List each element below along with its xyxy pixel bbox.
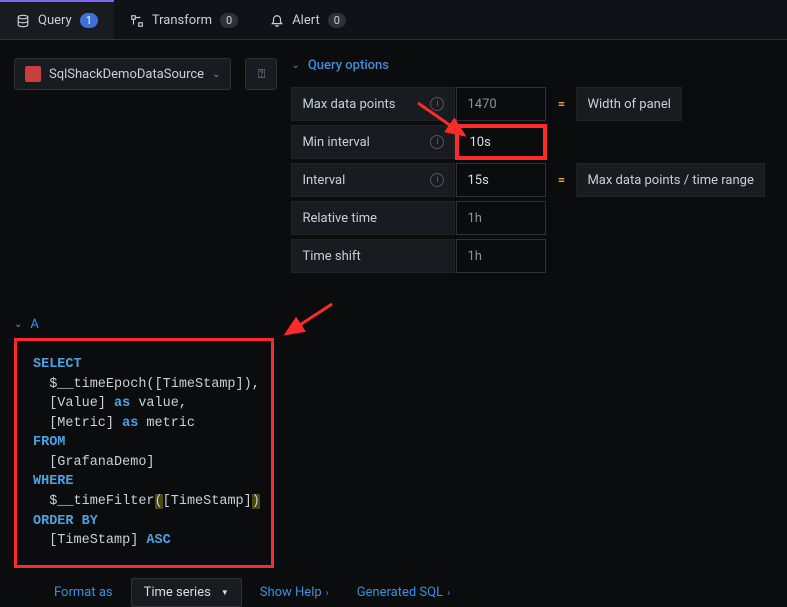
- opt-label: Interval i: [291, 163, 455, 197]
- tab-transform-count: 0: [220, 13, 238, 28]
- opt-max-data-points: Max data points i 1470 = Width of panel: [291, 87, 773, 121]
- generated-sql-button[interactable]: Generated SQL›: [347, 579, 460, 606]
- datasource-name: SqlShackDemoDataSource: [49, 67, 204, 82]
- query-row: ⌄ A SELECT $__timeEpoch([TimeStamp]), [V…: [0, 317, 787, 607]
- info-icon[interactable]: i: [430, 173, 444, 187]
- database-icon: [16, 14, 30, 28]
- chevron-right-icon: ›: [447, 588, 450, 599]
- query-options: ⌄ Query options Max data points i 1470 =…: [291, 58, 773, 277]
- opt-label: Max data points i: [291, 87, 455, 121]
- equals-label: =: [547, 163, 575, 197]
- query-options-title: Query options: [308, 58, 389, 73]
- opt-desc: Width of panel: [576, 87, 681, 121]
- bell-icon: [270, 14, 284, 28]
- query-config-row: SqlShackDemoDataSource ⌄ ⍰ ⌄ Query optio…: [0, 40, 787, 277]
- opt-min-interval: Min interval i 10s: [291, 125, 773, 159]
- opt-interval: Interval i 15s = Max data points / time …: [291, 163, 773, 197]
- tab-alert-count: 0: [328, 13, 346, 28]
- time-shift-input[interactable]: 1h: [456, 239, 546, 273]
- datasource-picker[interactable]: SqlShackDemoDataSource ⌄: [14, 58, 231, 90]
- relative-time-input[interactable]: 1h: [456, 201, 546, 235]
- question-icon: ⍰: [258, 67, 266, 82]
- opt-label: Min interval i: [291, 125, 455, 159]
- query-row-toggle[interactable]: ⌄ A: [14, 317, 773, 332]
- tab-transform[interactable]: Transform 0: [114, 0, 254, 39]
- tab-query-count: 1: [80, 13, 98, 28]
- tab-alert[interactable]: Alert 0: [254, 0, 362, 39]
- query-footer: Format as Time series ▼ Show Help› Gener…: [14, 568, 773, 607]
- opt-relative-time: Relative time 1h: [291, 201, 773, 235]
- chevron-down-icon: ⌄: [14, 319, 22, 330]
- tab-query[interactable]: Query 1: [0, 0, 114, 39]
- chevron-down-icon: ⌄: [212, 69, 220, 80]
- equals-label: =: [547, 87, 575, 121]
- show-help-button[interactable]: Show Help›: [250, 579, 339, 606]
- tab-query-label: Query: [38, 13, 72, 28]
- info-icon[interactable]: i: [430, 97, 444, 111]
- opt-label: Time shift: [291, 239, 455, 273]
- datasource-logo-icon: [25, 66, 41, 82]
- tab-transform-label: Transform: [152, 13, 212, 28]
- max-data-points-input[interactable]: 1470: [456, 87, 546, 121]
- format-as-label: Format as: [44, 579, 123, 606]
- opt-label: Relative time: [291, 201, 455, 235]
- sql-editor[interactable]: SELECT $__timeEpoch([TimeStamp]), [Value…: [14, 338, 274, 568]
- chevron-right-icon: ›: [326, 588, 329, 599]
- transform-icon: [130, 14, 144, 28]
- datasource-help-button[interactable]: ⍰: [245, 58, 277, 90]
- info-icon[interactable]: i: [430, 135, 444, 149]
- opt-time-shift: Time shift 1h: [291, 239, 773, 273]
- format-as-select[interactable]: Time series ▼: [131, 578, 242, 607]
- query-ref-id: A: [30, 317, 38, 332]
- query-options-toggle[interactable]: ⌄ Query options: [291, 58, 773, 73]
- chevron-down-icon: ⌄: [291, 60, 299, 71]
- min-interval-input[interactable]: 10s: [456, 125, 546, 159]
- interval-value: 15s: [456, 163, 546, 197]
- caret-down-icon: ▼: [221, 588, 229, 597]
- opt-desc: Max data points / time range: [576, 163, 764, 197]
- tab-alert-label: Alert: [292, 13, 320, 28]
- editor-tabs: Query 1 Transform 0 Alert 0: [0, 0, 787, 40]
